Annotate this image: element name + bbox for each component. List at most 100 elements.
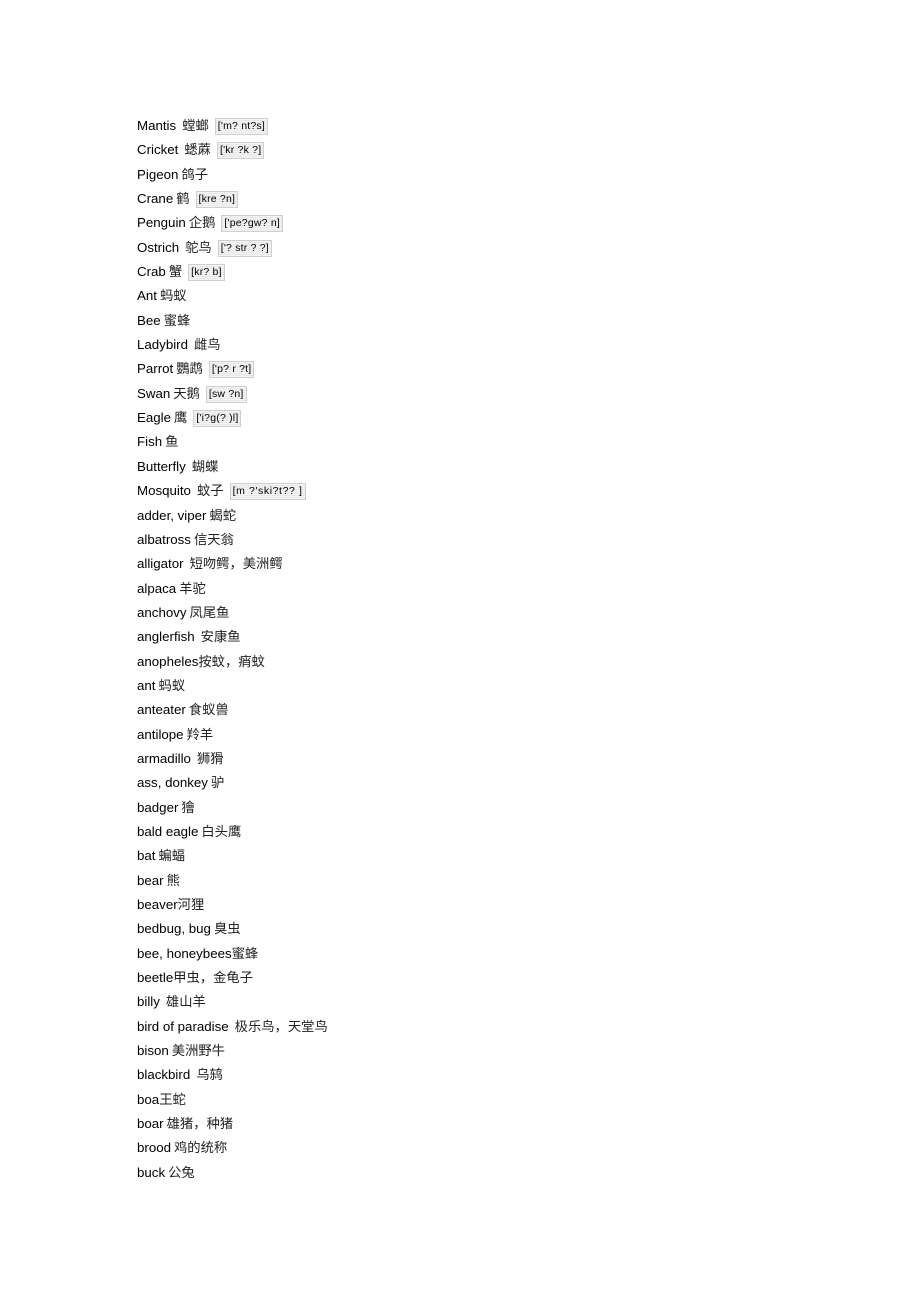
entry-term: adder, viper: [137, 507, 207, 523]
entry-term: Pigeon: [137, 166, 179, 182]
vocabulary-entry: alpaca 羊驼: [137, 577, 877, 601]
vocabulary-entry: ant 蚂蚁: [137, 674, 877, 698]
vocabulary-entry: brood 鸡的统称: [137, 1136, 877, 1160]
entry-term: Penguin: [137, 215, 186, 231]
entry-gloss: 狮猾: [196, 750, 224, 766]
entry-phonetic: [kre ?n]: [195, 191, 239, 209]
entry-gloss: 甲虫，金龟子: [173, 970, 254, 986]
entry-gloss: 羚羊: [186, 726, 214, 742]
vocabulary-entry-list: Mantis 螳螂 ['m? nt?s] Cricket 蟋蔴 ['kr ?k ?] Pig…: [137, 114, 877, 1185]
vocabulary-entry: Ladybird 雌鸟: [137, 333, 877, 357]
entry-term: beaver: [137, 897, 178, 912]
vocabulary-entry: bird of paradise 极乐鸟，天堂鸟: [137, 1015, 877, 1039]
entry-gloss: 蝙蝠: [158, 848, 186, 864]
entry-gloss: 臭虫: [213, 921, 241, 937]
vocabulary-entry: bison 美洲野牛: [137, 1039, 877, 1063]
vocabulary-entry: bat 蝙蝠: [137, 844, 877, 868]
entry-gloss: 鸽子: [181, 166, 208, 182]
entry-term: ant: [137, 677, 156, 693]
entry-gloss: 雄猪，种猪: [166, 1116, 234, 1132]
entry-term: bear: [137, 872, 164, 888]
vocabulary-entry: anglerfish 安康鱼: [137, 625, 877, 649]
entry-term: Mosquito: [137, 483, 191, 499]
entry-gloss: 短吻鳄，美洲鳄: [189, 556, 283, 572]
vocabulary-entry: boar 雄猪，种猪: [137, 1112, 877, 1136]
vocabulary-entry: anchovy 凤尾鱼: [137, 601, 877, 625]
entry-gloss: 凤尾鱼: [189, 604, 230, 620]
entry-term: beetle: [137, 970, 174, 986]
entry-phonetic: ['? str ? ?]: [217, 239, 272, 257]
vocabulary-entry: Crane 鹤 [kre ?n]: [137, 187, 877, 211]
entry-term: bee, honeybees: [137, 945, 232, 961]
vocabulary-entry: bald eagle 白头鹰: [137, 820, 877, 844]
entry-gloss: 美洲野牛: [171, 1043, 225, 1059]
entry-term: anteater: [137, 702, 186, 718]
entry-term: Fish: [137, 434, 163, 450]
entry-term: albatross: [137, 531, 191, 547]
vocabulary-entry: Pigeon 鸽子: [137, 163, 877, 187]
entry-term: boa: [137, 1091, 160, 1107]
entry-term: bald eagle: [137, 823, 199, 839]
vocabulary-entry: anteater 食蚁兽: [137, 698, 877, 722]
entry-phonetic: ['i?g(? )l]: [193, 410, 242, 428]
entry-gloss: 獪: [181, 799, 195, 815]
vocabulary-entry: Ostrich 鸵鸟 ['? str ? ?]: [137, 236, 877, 260]
entry-term: brood: [137, 1140, 172, 1156]
entry-term: alpaca: [137, 580, 177, 596]
entry-term: ass, donkey: [137, 775, 208, 791]
entry-term: buck: [137, 1164, 166, 1180]
entry-gloss: 雌鸟: [194, 337, 221, 353]
entry-gloss: 极乐鸟，天堂鸟: [234, 1018, 328, 1034]
entry-gloss: 熊: [166, 872, 180, 888]
entry-term: Swan: [137, 385, 171, 401]
vocabulary-entry: Penguin 企鹅 ['pe?gw? n]: [137, 211, 877, 235]
entry-gloss: 蝴蝶: [191, 458, 219, 474]
entry-term: anglerfish: [137, 629, 195, 645]
vocabulary-entry: bee, honeybees蜜蜂: [137, 942, 877, 966]
entry-gloss: 驴: [210, 775, 225, 791]
vocabulary-entry: adder, viper 蝎蛇: [137, 504, 877, 528]
entry-gloss: 鸚鹉: [176, 361, 203, 377]
entry-term: bat: [137, 848, 156, 864]
entry-gloss: 鸡的统称: [174, 1140, 228, 1156]
entry-term: bedbug, bug: [137, 921, 211, 937]
entry-term: Parrot: [137, 361, 174, 377]
entry-gloss: 河狸: [177, 897, 205, 912]
entry-term: Crane: [137, 191, 174, 207]
entry-term: anopheles: [137, 653, 199, 669]
entry-gloss: 鹤: [176, 191, 190, 207]
entry-phonetic: ['pe?gw? n]: [221, 215, 283, 233]
vocabulary-entry: ass, donkey 驴: [137, 771, 877, 795]
vocabulary-entry: boa王蛇: [137, 1088, 877, 1112]
entry-gloss: 白头鹰: [201, 823, 242, 839]
entry-gloss: 蝎蛇: [209, 507, 237, 523]
vocabulary-entry: Butterfly 蝴蝶: [137, 455, 877, 479]
vocabulary-entry: armadillo 狮猾: [137, 747, 877, 771]
entry-gloss: 蚊子: [196, 483, 224, 499]
entry-term: Ant: [137, 288, 157, 304]
vocabulary-entry: Mosquito 蚊子 [m ?'ski?t?? ]: [137, 479, 877, 503]
entry-gloss: 蜜蜂: [163, 312, 191, 328]
vocabulary-entry: Fish 鱼: [137, 430, 877, 454]
entry-gloss: 羊驼: [179, 580, 206, 596]
vocabulary-entry: billy 雄山羊: [137, 990, 877, 1014]
entry-gloss: 蚂蚁: [159, 288, 187, 304]
entry-term: Ladybird: [137, 337, 189, 353]
vocabulary-entry: antilope 羚羊: [137, 723, 877, 747]
document-page: Mantis 螳螂 ['m? nt?s] Cricket 蟋蔴 ['kr ?k ?] Pig…: [0, 0, 920, 1303]
vocabulary-entry: Cricket 蟋蔴 ['kr ?k ?]: [137, 138, 877, 162]
entry-phonetic: ['m? nt?s]: [214, 118, 268, 135]
entry-gloss: 按蚊，痟蚊: [198, 653, 265, 669]
entry-gloss: 螳螂: [182, 118, 209, 133]
entry-term: bison: [137, 1043, 169, 1059]
entry-gloss: 蟋蔴: [184, 142, 211, 158]
vocabulary-entry: Eagle 鹰 ['i?g(? )l]: [137, 406, 877, 430]
entry-term: blackbird: [137, 1067, 191, 1083]
entry-gloss: 鸵鸟: [185, 239, 212, 255]
vocabulary-entry: Swan 天鹅 [sw ?n]: [137, 382, 877, 406]
entry-phonetic: [m ?'ski?t?? ]: [229, 483, 306, 501]
entry-gloss: 蟹: [168, 264, 183, 280]
entry-term: antilope: [137, 726, 184, 742]
entry-term: Eagle: [137, 410, 172, 426]
vocabulary-entry: Ant 蚂蚁: [137, 284, 877, 308]
